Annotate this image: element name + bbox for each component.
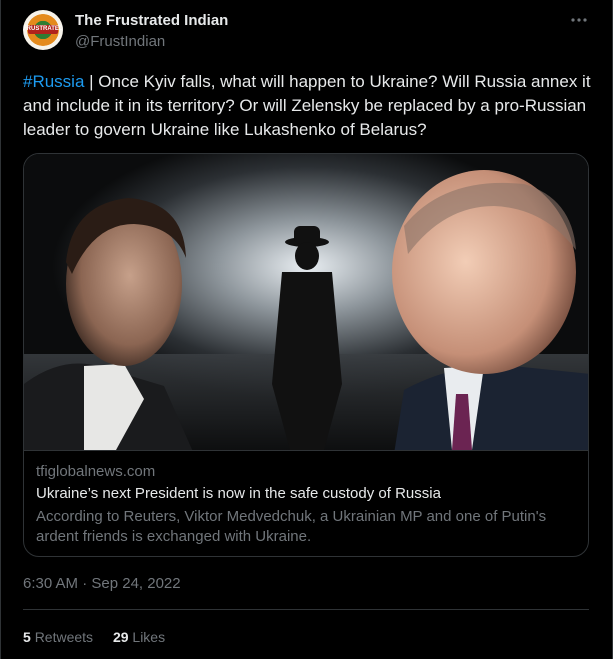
tweet-timestamp[interactable]: 6:30 AM · Sep 24, 2022 — [23, 575, 181, 592]
retweets-label: Retweets — [34, 629, 94, 645]
card-description: According to Reuters, Viktor Medvedchuk,… — [36, 508, 547, 545]
divider — [23, 609, 589, 610]
more-options-button[interactable] — [565, 10, 593, 34]
tweet-header: FRUSTRATED The Frustrated Indian @FrustI… — [23, 10, 593, 54]
retweets-count: 5 — [23, 629, 31, 645]
card-image — [24, 154, 588, 450]
more-horizontal-icon — [571, 18, 587, 22]
tweet-frame: FRUSTRATED The Frustrated Indian @FrustI… — [0, 0, 613, 659]
author-handle[interactable]: @FrustIndian — [75, 33, 165, 50]
tweet-body: | Once Kyiv falls, what will happen to U… — [23, 72, 591, 139]
avatar[interactable]: FRUSTRATED — [23, 10, 63, 50]
card-domain: tfiglobalnews.com — [36, 463, 156, 480]
link-card[interactable]: tfiglobalnews.com Ukraine’s next Preside… — [23, 153, 589, 557]
retweets-stat[interactable]: 5 Retweets — [23, 629, 93, 645]
likes-count: 29 — [112, 629, 129, 645]
likes-label: Likes — [132, 629, 166, 645]
card-image-illustration — [24, 154, 588, 450]
tweet-stats: 5 Retweets 29 Likes — [23, 629, 181, 645]
hashtag-link[interactable]: #Russia — [23, 72, 84, 91]
likes-stat[interactable]: 29 Likes — [113, 629, 165, 645]
card-meta: tfiglobalnews.com Ukraine’s next Preside… — [24, 450, 588, 556]
avatar-logo-text: FRUSTRATED — [23, 26, 63, 32]
right-portrait — [392, 170, 588, 450]
card-title[interactable]: Ukraine’s next President is now in the s… — [36, 485, 441, 502]
tweet-text: #Russia | Once Kyiv falls, what will hap… — [23, 70, 593, 142]
author-name[interactable]: The Frustrated Indian — [75, 12, 228, 29]
